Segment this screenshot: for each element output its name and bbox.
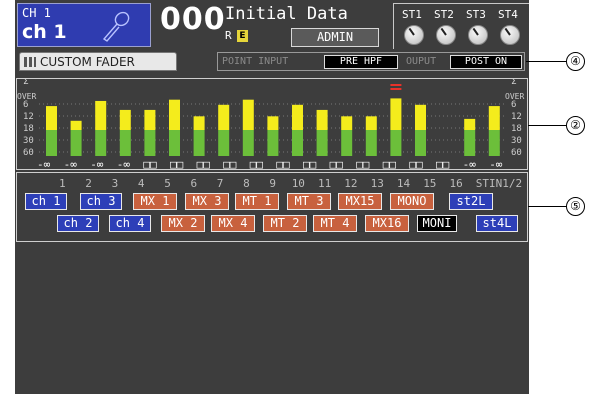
scene-title: Initial Data	[225, 4, 348, 24]
tab-label: CUSTOM FADER	[40, 55, 135, 69]
selected-channel-box[interactable]: CH 1 ch 1	[17, 3, 151, 47]
meter-frame	[16, 78, 528, 170]
callout-line-5	[528, 206, 566, 207]
input-point-label: POINT INPUT	[222, 56, 289, 67]
st2-label: ST2	[434, 8, 454, 21]
scene-number[interactable]: 000	[160, 2, 226, 37]
tab-custom-fader[interactable]: CUSTOM FADER	[19, 52, 177, 71]
channel-name: ch 1	[22, 21, 67, 43]
st3-label: ST3	[466, 8, 486, 21]
callout-2: ②	[566, 116, 585, 135]
st4-label: ST4	[498, 8, 518, 21]
st2-knob-icon[interactable]	[436, 25, 456, 45]
st1-knob-icon[interactable]	[404, 25, 424, 45]
st4-knob-icon[interactable]	[500, 25, 520, 45]
st3-knob-icon[interactable]	[468, 25, 488, 45]
channel-number: CH 1	[22, 6, 51, 20]
callout-line-2	[528, 125, 566, 126]
callout-5: ⑤	[566, 197, 585, 216]
meter-point-bar: POINT INPUT PRE HPF OUPUT POST ON	[217, 52, 525, 71]
output-point-button[interactable]: POST ON	[450, 55, 522, 69]
user-level-button[interactable]: ADMIN	[291, 28, 379, 47]
edit-badge: E	[237, 30, 248, 42]
stereo-rack-area: ST1 ST2 ST3 ST4	[393, 3, 529, 49]
callout-4: ④	[566, 52, 585, 71]
input-point-button[interactable]: PRE HPF	[324, 55, 398, 69]
fader-tab-icon	[24, 57, 36, 67]
callout-line-4	[526, 61, 566, 62]
output-point-label: OUPUT	[406, 56, 437, 67]
microphone-icon	[102, 11, 130, 42]
grid-frame	[16, 172, 528, 242]
protect-mark: R	[225, 29, 232, 42]
st1-label: ST1	[402, 8, 422, 21]
